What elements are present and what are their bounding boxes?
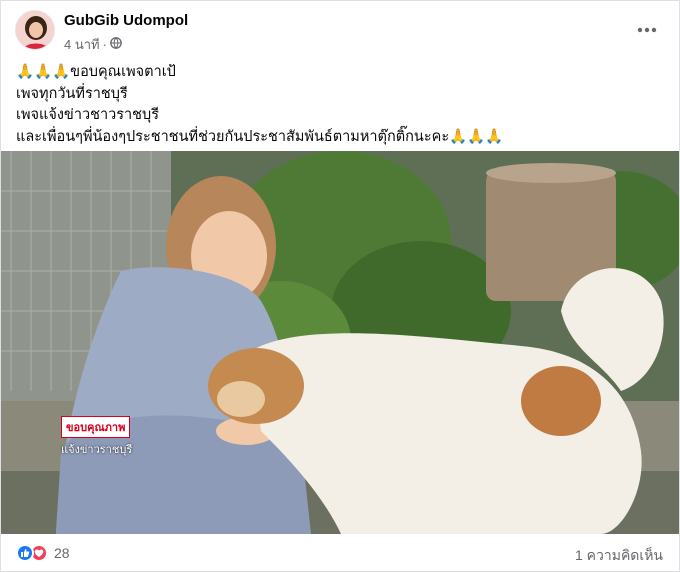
post-line: และเพื่อนๆพี่น้องๆประชาชนที่ช่วยกันประชา…: [16, 128, 504, 145]
reactions-summary[interactable]: 28: [16, 544, 70, 562]
meta-separator: ·: [102, 37, 107, 52]
post-line: 🙏🙏🙏ขอบคุณเพจตาเป้: [16, 64, 176, 80]
post-text: 🙏🙏🙏ขอบคุณเพจตาเป้ เพจทุกวันที่ราชบุรี เพ…: [16, 62, 666, 148]
post-time[interactable]: 4 นาที: [64, 34, 100, 55]
photo-credit-overlay: ขอบคุณภาพ แจ้งข่าวราชบุรี: [61, 416, 132, 458]
post-line: เพจแจ้งข่าวชาวราชบุรี: [16, 107, 160, 123]
post-header: GubGib Udompol 4 นาที ·: [15, 10, 667, 54]
photo-scene: [1, 151, 679, 534]
like-icon: [16, 544, 34, 562]
comment-count-link[interactable]: 1 ความคิดเห็น: [575, 545, 663, 567]
post-meta: 4 นาที ·: [64, 34, 122, 55]
ellipsis-icon[interactable]: [633, 16, 661, 44]
post-line: เพจทุกวันที่ราชบุรี: [16, 85, 128, 102]
reaction-count: 28: [54, 545, 70, 561]
author-avatar[interactable]: [15, 10, 55, 50]
photo-credit-title: ขอบคุณภาพ: [61, 416, 131, 438]
post-photo[interactable]: ขอบคุณภาพ แจ้งข่าวราชบุรี: [1, 151, 679, 534]
post-footer: 28 1 ความคิดเห็น: [1, 534, 679, 572]
author-name[interactable]: GubGib Udompol: [64, 12, 188, 29]
globe-icon: [110, 37, 122, 52]
photo-credit-source: แจ้งข่าวราชบุรี: [61, 444, 133, 456]
post-card: GubGib Udompol 4 นาที · 🙏🙏🙏ขอบคุณเพจตาเป…: [0, 0, 680, 572]
